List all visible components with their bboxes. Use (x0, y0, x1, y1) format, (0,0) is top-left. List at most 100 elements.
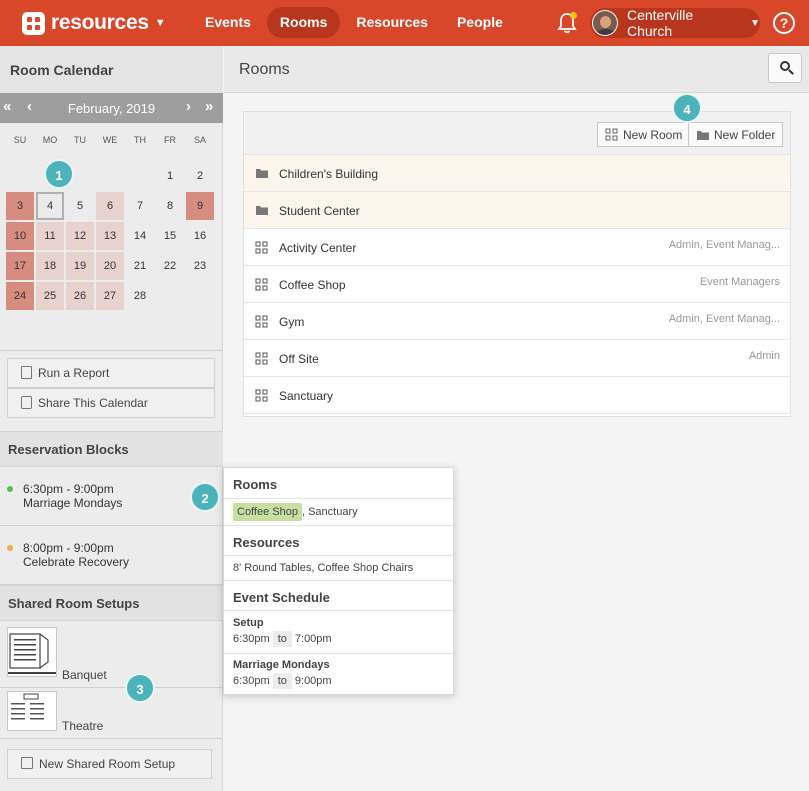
calendar-day[interactable]: 26 (66, 282, 94, 310)
calendar-day[interactable]: 17 (6, 252, 34, 280)
calendar-day[interactable]: 15 (156, 222, 184, 250)
share-calendar-label: Share This Calendar (38, 396, 148, 410)
main-header: Rooms (224, 46, 809, 93)
calendar-day[interactable]: 4 (36, 192, 64, 220)
row-name: Off Site (279, 352, 319, 366)
nav-rooms[interactable]: Rooms (266, 7, 341, 38)
room-rest: , Sanctuary (301, 506, 358, 518)
new-folder-button[interactable]: New Folder (688, 122, 783, 147)
calendar-day[interactable]: 22 (156, 252, 184, 280)
theatre-thumbnail[interactable] (7, 691, 57, 731)
block-time: 8:00pm - 9:00pm (23, 541, 114, 555)
event-time: 6:30pm to 9:00pm (233, 673, 332, 689)
callout-badge-2: 2 (190, 482, 220, 512)
divider (0, 738, 223, 739)
reservation-blocks-header: Reservation Blocks (0, 431, 223, 467)
calendar-day[interactable]: 13 (96, 222, 124, 250)
event-start: 6:30pm (233, 675, 270, 687)
nav-events[interactable]: Events (192, 7, 264, 38)
calendar-day[interactable]: 23 (186, 252, 214, 280)
grid-icon (255, 278, 268, 291)
divider (224, 653, 453, 654)
theatre-layout-icon (11, 693, 44, 720)
folder-row[interactable]: Children's Building (244, 155, 790, 192)
brand-logo[interactable]: resources ▼ (22, 11, 166, 35)
reservation-block[interactable]: 8:00pm - 9:00pm Celebrate Recovery (0, 526, 223, 585)
shared-room-setups-header: Shared Room Setups (0, 585, 223, 621)
new-shared-setup-button[interactable]: New Shared Room Setup (7, 749, 212, 779)
run-report-label: Run a Report (38, 366, 110, 380)
calendar-day[interactable]: 2 (186, 162, 214, 190)
top-bar: resources ▼ Events Rooms Resources Peopl… (0, 0, 809, 46)
calendar-day[interactable]: 18 (36, 252, 64, 280)
room-row[interactable]: Gym Admin, Event Manag... (244, 303, 790, 340)
banquet-layout-icon (8, 633, 56, 674)
calendar-day[interactable]: 21 (126, 252, 154, 280)
calendar-day[interactable]: 11 (36, 222, 64, 250)
list-toolbar: New Room New Folder (244, 112, 790, 155)
help-icon[interactable]: ? (773, 12, 795, 34)
calendar-day[interactable]: 28 (126, 282, 154, 310)
next-month-button[interactable]: › (186, 98, 191, 115)
room-row[interactable]: Sanctuary (244, 377, 790, 414)
calendar-day[interactable]: 8 (156, 192, 184, 220)
calendar-day[interactable]: 3 (6, 192, 34, 220)
calendar-day[interactable]: 27 (96, 282, 124, 310)
row-permissions: Admin, Event Manag... (668, 239, 780, 251)
new-shared-setup-label: New Shared Room Setup (39, 757, 176, 771)
folder-row[interactable]: Student Center (244, 192, 790, 229)
calendar-day[interactable]: 9 (186, 192, 214, 220)
calendar-day[interactable]: 10 (6, 222, 34, 250)
weekday-label: FR (164, 135, 176, 145)
row-name: Children's Building (279, 167, 379, 181)
search-button[interactable] (768, 53, 802, 83)
sidebar-title: Room Calendar (0, 46, 223, 93)
setup-label: Setup (233, 617, 264, 629)
calendar-day[interactable]: 14 (126, 222, 154, 250)
calendar-day[interactable]: 20 (96, 252, 124, 280)
calendar-day[interactable]: 12 (66, 222, 94, 250)
nav-resources[interactable]: Resources (343, 7, 441, 38)
grid-icon (255, 352, 268, 365)
run-report-button[interactable]: Run a Report (7, 358, 215, 388)
share-calendar-button[interactable]: Share This Calendar (7, 388, 215, 418)
block-time: 6:30pm - 9:00pm (23, 482, 114, 496)
divider (0, 687, 223, 688)
user-menu[interactable]: Centerville Church ▼ (590, 7, 760, 39)
new-room-label: New Room (623, 128, 683, 142)
weekday-label: MO (42, 135, 58, 145)
block-name: Marriage Mondays (23, 496, 123, 510)
calendar-day[interactable]: 24 (6, 282, 34, 310)
row-name: Sanctuary (279, 389, 334, 403)
calendar-day[interactable]: 16 (186, 222, 214, 250)
setup-end: 7:00pm (294, 633, 332, 645)
room-row[interactable]: Coffee Shop Event Managers (244, 266, 790, 303)
event-label: Marriage Mondays (233, 659, 330, 671)
room-highlight: Coffee Shop (233, 503, 302, 521)
setup-banquet-label: Banquet (62, 668, 107, 682)
calendar-day[interactable]: 5 (66, 192, 94, 220)
event-details-popup: Rooms Coffee Shop, Sanctuary Resources 8… (223, 467, 454, 695)
room-row[interactable]: Activity Center Admin, Event Manag... (244, 229, 790, 266)
new-room-button[interactable]: New Room (597, 122, 689, 147)
popup-rooms-title: Rooms (224, 468, 453, 499)
calendar-day[interactable]: 19 (66, 252, 94, 280)
calendar-day[interactable]: 1 (156, 162, 184, 190)
avatar (592, 10, 618, 36)
calendar-day[interactable]: 7 (126, 192, 154, 220)
row-name: Coffee Shop (279, 278, 346, 292)
banquet-thumbnail[interactable] (7, 627, 57, 677)
popup-rooms-value: Coffee Shop, Sanctuary (233, 503, 358, 521)
calendar-day[interactable]: 6 (96, 192, 124, 220)
weekday-label: SU (13, 135, 27, 145)
calendar-day[interactable]: 25 (36, 282, 64, 310)
weekday-label: TU (74, 135, 86, 145)
folder-icon (697, 131, 709, 140)
room-row[interactable]: Off Site Admin (244, 340, 790, 377)
nav-people[interactable]: People (444, 7, 516, 38)
row-permissions: Admin (748, 350, 780, 362)
to-label: to (272, 673, 292, 689)
folder-icon (256, 169, 268, 178)
row-name: Student Center (279, 204, 360, 218)
next-year-button[interactable]: » (205, 98, 213, 115)
